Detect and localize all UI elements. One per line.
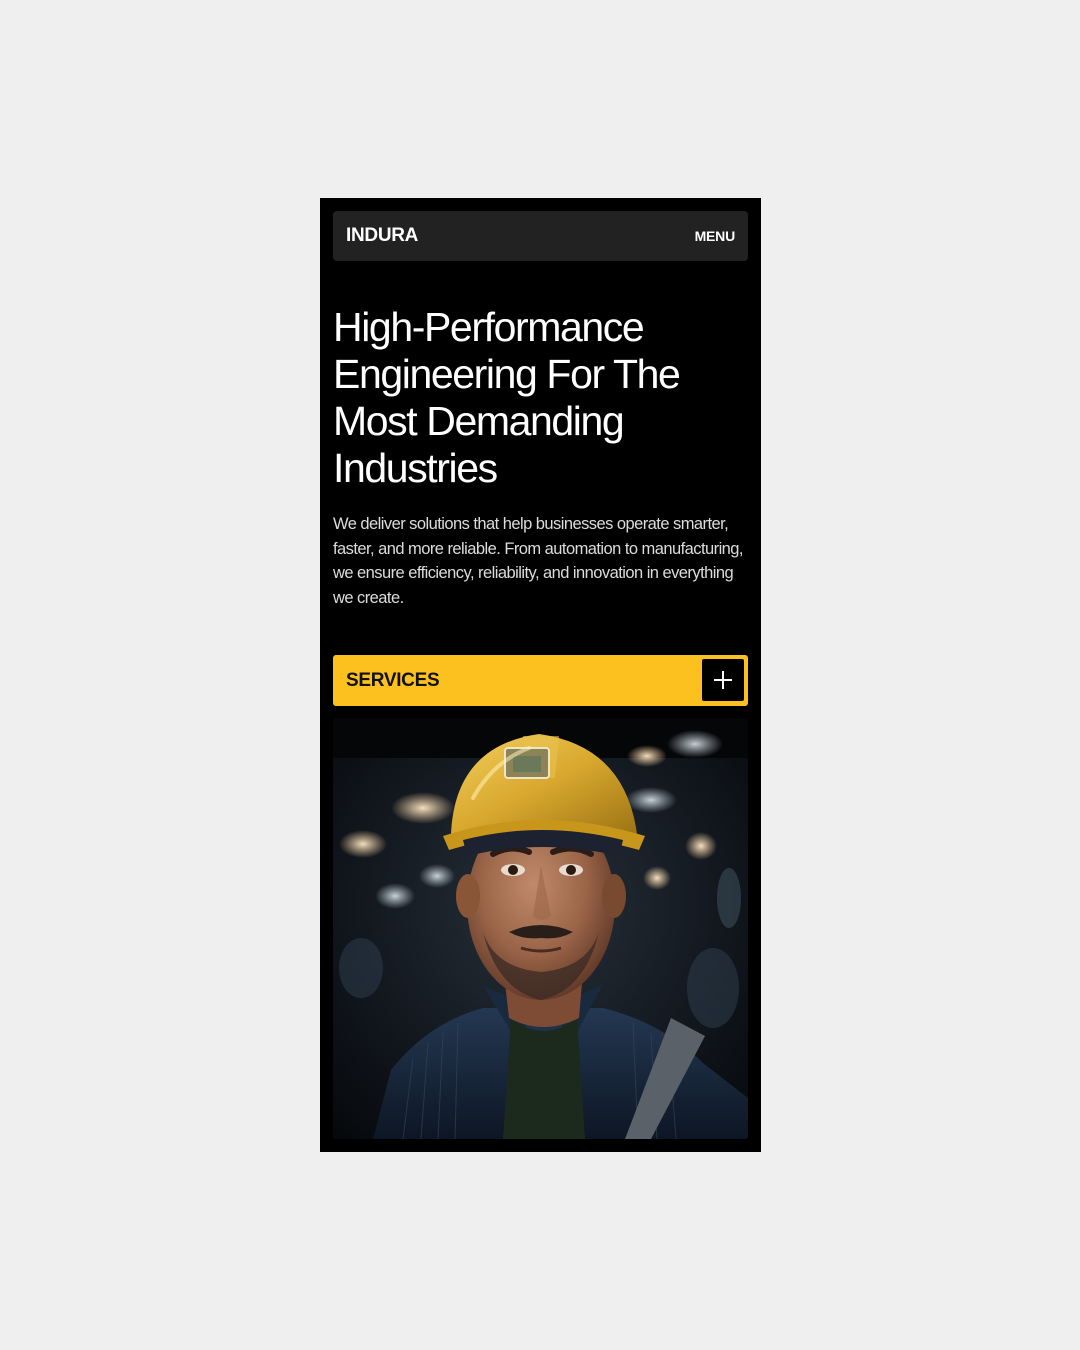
worker-photo-illustration	[333, 718, 748, 1139]
mobile-screen: INDURA MENU High-Performance Engineering…	[320, 198, 761, 1152]
brand-logo[interactable]: INDURA	[346, 225, 418, 247]
hero-description: We deliver solutions that help businesse…	[333, 515, 744, 608]
top-navbar: INDURA MENU	[333, 211, 748, 261]
services-accordion[interactable]: SERVICES	[333, 655, 748, 706]
menu-button[interactable]: MENU	[695, 228, 736, 244]
plus-icon	[714, 671, 732, 689]
worker-photo	[333, 718, 748, 1139]
services-expand-button[interactable]	[702, 659, 744, 701]
hero-title: High-Performance Engineering For The Mos…	[333, 304, 681, 491]
services-label: SERVICES	[346, 669, 440, 691]
